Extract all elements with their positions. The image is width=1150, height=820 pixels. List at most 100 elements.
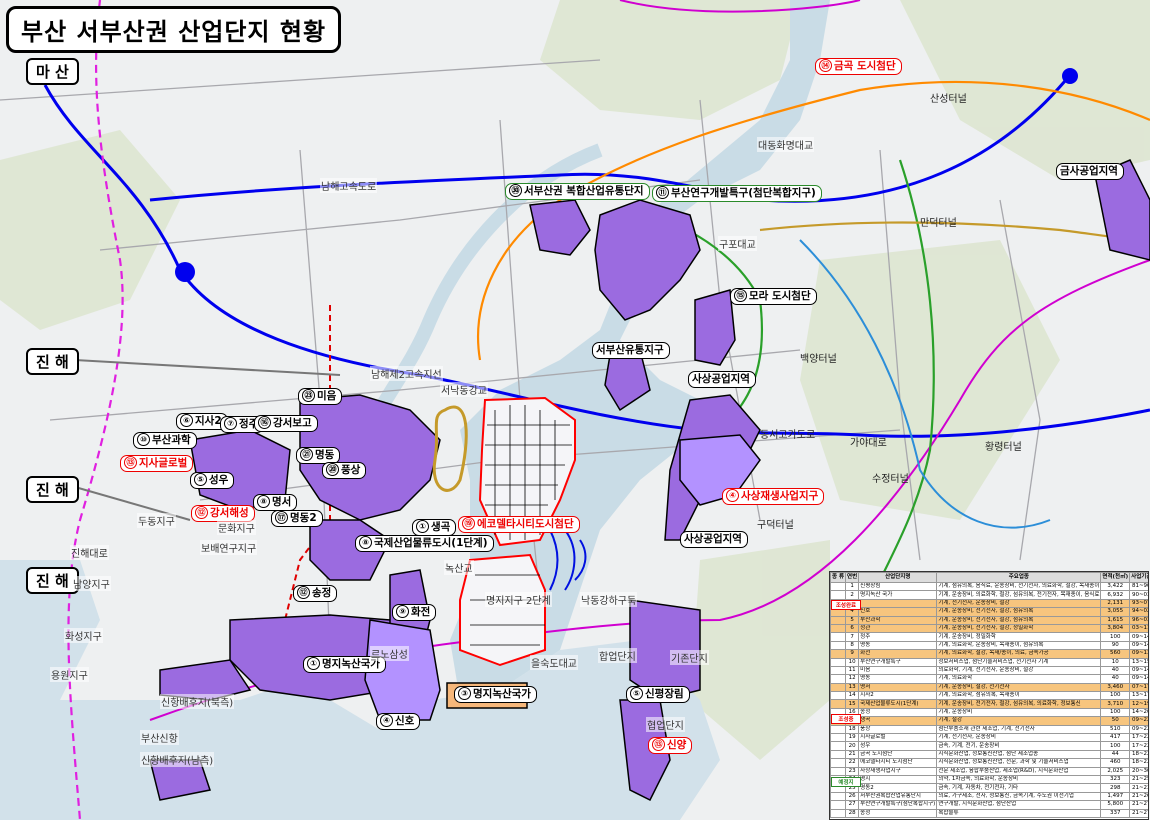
label-sasang-regeneration[interactable]: ④ 사상재생사업지구 <box>722 488 825 505</box>
legend-row: 5 부산과학 기계, 운송장비, 전기전자, 철강, 섬유의복 1,615 96~03 <box>830 615 1148 625</box>
legend-cell-type <box>830 649 847 659</box>
label-geumsa[interactable]: 금사공업지역 <box>1056 163 1124 180</box>
legend-cell-no: 10 <box>845 657 860 667</box>
legend-cell-name: 국제산업물류도시(1단계) <box>858 699 938 709</box>
label-sasang-industrial-1[interactable]: 사상공업지역 <box>688 371 756 388</box>
legend-cell-period: 09~14 <box>1129 632 1148 642</box>
legend-cell-period: 17~22 <box>1129 733 1148 743</box>
legend-cell-type <box>830 758 847 768</box>
legend-cell-area: 100 <box>1100 632 1131 642</box>
label-research-special-zone[interactable]: ⑪ 부산연구개발특구(첨단복합지구) <box>652 185 822 202</box>
legend-cell-area: 323 <box>1100 774 1131 785</box>
legend-cell-industry: 기계, 운송장비, 전기전자, 철강, 정밀화학 <box>936 623 1102 634</box>
legend-cell-name: 신호 <box>858 607 938 617</box>
place-gupo-bridge: 구포대교 <box>718 236 757 251</box>
legend-cell-type <box>830 590 847 600</box>
legend-cell-period: 09~14 <box>1129 674 1148 684</box>
legend-cell-area: 417 <box>1100 733 1131 743</box>
legend-cell-industry: 기계, 전기전자, 운송장비, 철강 <box>936 598 1102 609</box>
legend-cell-type <box>830 699 847 709</box>
legend-body: 1 신평장림 기계, 섬유의복, 음식료, 운송장비, 전기전자, 의료화학, 철강… <box>830 581 1148 818</box>
label-mieum[interactable]: ㉓ 미음 <box>298 388 343 405</box>
legend-cell-area: 3,055 <box>1100 607 1131 617</box>
legend-cell-area: 44 <box>1100 749 1131 760</box>
label-songjeong[interactable]: ⑫ 송정 <box>293 585 338 602</box>
legend-cell-industry: 지식문화산업, 정보통신산업, 첨단 제조업종 <box>936 749 1102 760</box>
label-seobusan-distribution[interactable]: 서부산유통지구 <box>592 342 670 359</box>
legend-cell-type <box>830 682 847 693</box>
legend-row: 22 에코델타시티 도시첨단 지식문화산업, 정보통신산업, 전문, 과학 및 기술… <box>830 758 1148 768</box>
legend-row: 23 사상재생사업지구 전문 제조업, 융합부품산업, 제조업(R&D), 지식문화… <box>830 766 1148 777</box>
label-seobusan-complex[interactable]: ㉚ 서부산권 복합산업유통단지 <box>505 183 650 200</box>
legend-cell-type <box>830 615 847 625</box>
legend-header-name: 산업단지명 <box>858 572 938 583</box>
legend-cell-name: 사상재생사업지구 <box>858 766 938 777</box>
place-myeongji-2: 명지지구 2단계 <box>485 592 552 607</box>
place-mandeok-tunnel: 만덕터널 <box>920 218 957 229</box>
label-sinho[interactable]: ④ 신호 <box>376 713 421 730</box>
legend-cell-name: 송정 <box>858 808 938 818</box>
place-collab: 협업단지 <box>646 717 685 732</box>
label-mora[interactable]: ⑮ 모라 도시첨단 <box>730 288 817 305</box>
legend-cell-period: 21~26 <box>1129 791 1148 802</box>
label-sinpyeong-jangnim[interactable]: ⑤ 신평장림 <box>626 686 690 703</box>
label-gukje-logistics[interactable]: ⑧ 국제산업물류도시(1단계) <box>355 535 494 552</box>
label-saenggok[interactable]: ① 생곡 <box>412 519 457 536</box>
place-existing: 기존단지 <box>670 650 709 665</box>
legend-cell-period: 94~02 <box>1129 607 1148 617</box>
legend-cell-period: 18~22 <box>1129 749 1148 760</box>
legend-cell-area: 1,497 <box>1100 791 1131 802</box>
label-geumgok[interactable]: ⑭ 금곡 도시첨단 <box>815 58 902 75</box>
legend-row: 11 미음 의료화학, 기계, 전기전자, 운송장비, 철강 40 09~14 <box>830 665 1148 676</box>
legend-cell-period: 21~27 <box>1129 808 1148 818</box>
label-busan-science[interactable]: ⑩ 부산과학 <box>133 432 197 449</box>
legend-cell-industry: 기계, 운송장비, 철강, 전기전자 <box>936 682 1102 693</box>
legend-cell-no: 1 <box>845 581 860 592</box>
label-myeongdong2[interactable]: ⑰ 명동2 <box>271 510 323 527</box>
legend-cell-period: 21~23 <box>1129 783 1148 793</box>
legend-cell-area: 100 <box>1100 741 1131 751</box>
legend-cell-type <box>830 691 847 701</box>
legend-cell-industry: 기계, 의료화학, 철강, 목재/종이, 의료, 금속가공 <box>936 649 1102 659</box>
legend-cell-name: 미음 <box>858 665 938 676</box>
legend-cell-no: 7 <box>845 632 860 642</box>
legend-cell-name: 명동 <box>858 674 938 684</box>
legend-cell-period: 14~20 <box>1129 707 1148 718</box>
legend-row: 19 지사글로벌 기계, 전기전자, 운송장비 417 17~22 <box>830 733 1148 743</box>
legend-cell-no: 21 <box>845 749 860 760</box>
legend-cell-no: 13 <box>845 682 860 693</box>
legend-cell-area: 460 <box>1100 758 1131 768</box>
label-sasang-industrial-2[interactable]: 사상공업지역 <box>680 531 748 548</box>
legend-cell-name: 화전 <box>858 649 938 659</box>
label-myeongji-noksan-2[interactable]: ③ 명지녹산국가 <box>454 686 537 703</box>
legend-category-complete: 조성완료 <box>831 600 861 610</box>
label-myeongseo[interactable]: ⑧ 명서 <box>253 494 298 511</box>
legend-cell-name: 정관 <box>858 623 938 634</box>
legend-row: 7 정주 기계, 운송장비, 정밀화학 100 09~14 <box>830 632 1148 642</box>
legend-header-industry: 주요업종 <box>936 572 1102 583</box>
legend-cell-industry: 기계, 섬유의복, 음식료, 운송장비, 전기전자, 의료화학, 철강, 목재종… <box>936 581 1102 592</box>
legend-cell-type <box>830 657 847 667</box>
legend-cell-name: 부산연구개발특구 <box>858 657 938 667</box>
legend-cell-no: 8 <box>845 640 860 651</box>
legend-cell-industry: 기계, 운송장비, 의료화학, 철강, 섬유의복, 전기전자, 목재종이, 음식… <box>936 590 1102 600</box>
label-sinyang[interactable]: ⑬ 신양 <box>648 737 693 754</box>
label-gangseo-bogo[interactable]: ⑯ 강서보고 <box>254 415 318 432</box>
label-hwajeon[interactable]: ⑨ 화전 <box>392 604 437 621</box>
legend-cell-industry: 전문 제조업, 융합부품산업, 제조업(R&D), 지식문화산업 <box>936 766 1102 777</box>
legend-header-type: 종 류 <box>830 572 847 583</box>
label-seongu[interactable]: ⑤ 성우 <box>190 472 235 489</box>
legend-header-no: 연번 <box>845 572 860 583</box>
label-jisa-global[interactable]: ⑬ 지사글로벌 <box>120 455 194 472</box>
legend-category-in-progress: 조성중 <box>831 714 861 724</box>
legend-row: 14 지사2 기계, 의료화학, 섬유의복, 목재종이 100 13~17 <box>830 691 1148 701</box>
legend-cell-type <box>830 724 847 735</box>
label-pungsang[interactable]: ⑳ 풍상 <box>322 462 367 479</box>
legend-row: 20 성우 금속, 기계, 전기, 운송장비 100 17~22 <box>830 741 1148 751</box>
legend-cell-name: 부산연구개발특구(첨단복합지구) <box>858 800 938 810</box>
legend-cell-name: 명서 <box>858 682 938 693</box>
label-ecodelta[interactable]: ⑲ 에코델타시티도시첨단 <box>458 516 580 533</box>
legend-cell-industry: 기계, 철강 <box>936 716 1102 726</box>
legend-row: 3기계, 전기전자, 운송장비, 철강2,13193~07 <box>830 598 1148 609</box>
legend-cell-name: 지사2 <box>858 691 938 701</box>
